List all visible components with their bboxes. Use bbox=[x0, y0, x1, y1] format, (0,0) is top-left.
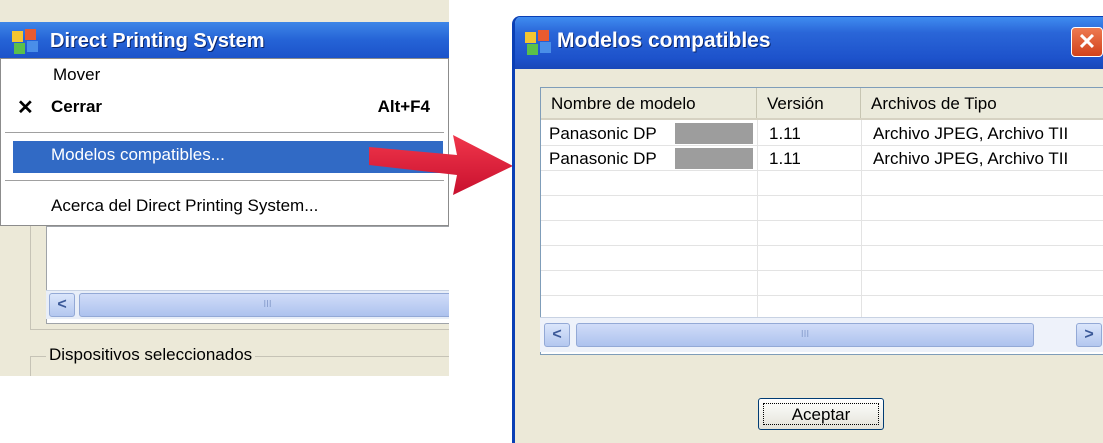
column-header-file-types[interactable]: Archivos de Tipo bbox=[861, 88, 1103, 118]
grid-line bbox=[541, 220, 1103, 221]
cell-version: 1.11 bbox=[769, 124, 801, 143]
grid-line bbox=[541, 295, 1103, 296]
redaction-block bbox=[675, 148, 753, 169]
table-row[interactable]: Panasonic DP 1.11 Archivo JPEG, Archivo … bbox=[541, 121, 1103, 146]
grid-line bbox=[541, 195, 1103, 196]
menu-item-about[interactable]: Acerca del Direct Printing System... bbox=[51, 196, 318, 216]
grid-line bbox=[541, 270, 1103, 271]
supported-models-dialog: Modelos compatibles ✕ Nombre de modelo V… bbox=[512, 16, 1103, 443]
column-header-model[interactable]: Nombre de modelo bbox=[541, 88, 757, 118]
title-bar[interactable]: Direct Printing System bbox=[0, 22, 449, 62]
menu-item-move[interactable]: Mover bbox=[53, 65, 100, 85]
scroll-thumb[interactable]: III bbox=[576, 323, 1034, 347]
dialog-title: Modelos compatibles bbox=[557, 29, 771, 52]
cell-model: Panasonic DP bbox=[549, 124, 657, 143]
table-header: Nombre de modelo Versión Archivos de Tip… bbox=[541, 88, 1103, 120]
cell-file-types: Archivo JPEG, Archivo TII bbox=[873, 149, 1069, 168]
arrow-icon bbox=[369, 135, 513, 195]
ok-button-label: Aceptar bbox=[763, 403, 879, 425]
menu-item-supported-models-label[interactable]: Modelos compatibles... bbox=[51, 145, 225, 165]
menu-item-close[interactable]: Cerrar bbox=[51, 97, 102, 117]
scroll-thumb[interactable]: III bbox=[79, 293, 449, 317]
close-shortcut: Alt+F4 bbox=[377, 97, 430, 116]
scroll-right-icon[interactable]: > bbox=[1076, 323, 1102, 347]
cell-file-types: Archivo JPEG, Archivo TII bbox=[873, 124, 1069, 143]
table-row[interactable]: Panasonic DP 1.11 Archivo JPEG, Archivo … bbox=[541, 146, 1103, 171]
ok-button[interactable]: Aceptar bbox=[758, 398, 884, 430]
app-icon bbox=[525, 30, 553, 56]
dialog-title-bar[interactable]: Modelos compatibles ✕ bbox=[515, 17, 1103, 69]
selected-devices-label: Dispositivos seleccionados bbox=[46, 345, 256, 365]
cell-model: Panasonic DP bbox=[549, 149, 657, 168]
app-icon[interactable] bbox=[12, 29, 40, 55]
redaction-block bbox=[675, 123, 753, 144]
grid-line bbox=[541, 245, 1103, 246]
close-button[interactable]: ✕ bbox=[1071, 27, 1103, 57]
scroll-left-icon[interactable]: < bbox=[544, 323, 570, 347]
cell-version: 1.11 bbox=[769, 149, 801, 168]
scroll-left-icon[interactable]: < bbox=[49, 293, 75, 317]
column-header-version[interactable]: Versión bbox=[757, 88, 861, 118]
window-title: Direct Printing System bbox=[50, 30, 265, 52]
horizontal-scrollbar[interactable]: < III bbox=[46, 290, 449, 319]
close-icon: ✕ bbox=[17, 97, 34, 119]
horizontal-scrollbar[interactable]: < III > bbox=[540, 317, 1103, 352]
close-icon: ✕ bbox=[1077, 29, 1097, 54]
models-table[interactable]: Nombre de modelo Versión Archivos de Tip… bbox=[540, 87, 1103, 355]
